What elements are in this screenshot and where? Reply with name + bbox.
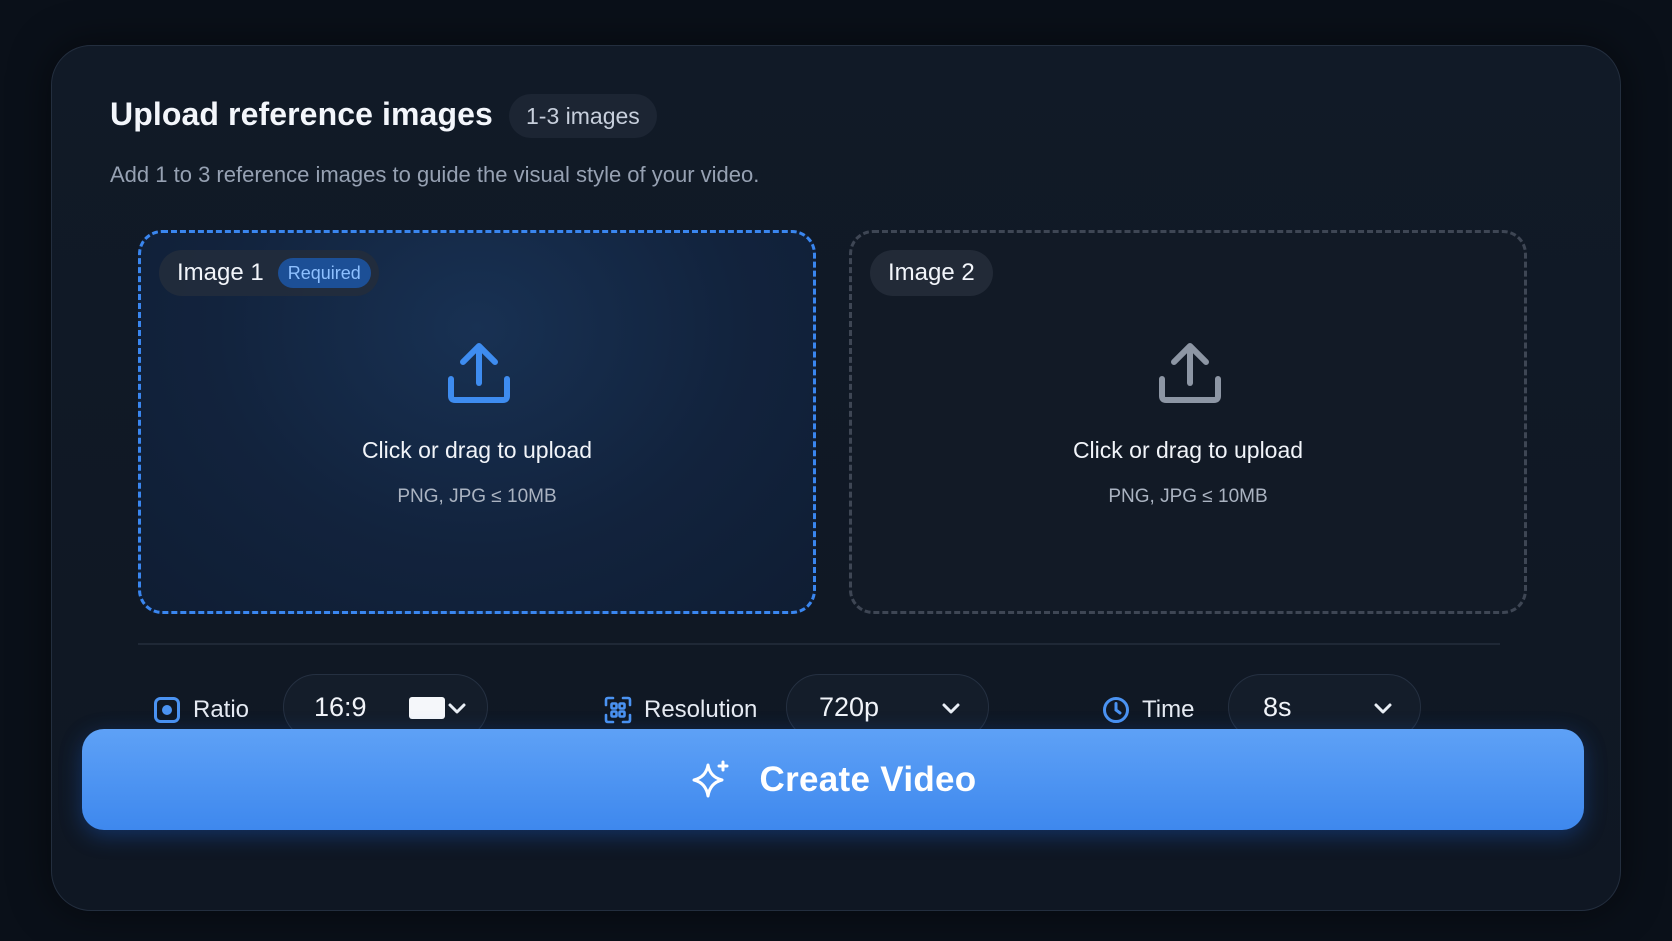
required-badge: Required xyxy=(277,258,371,288)
image-2-dropzone[interactable]: Image 2 Click or drag to upload PNG, JPG… xyxy=(849,230,1527,614)
time-option-label: Time xyxy=(1102,692,1194,728)
resolution-value: 720p xyxy=(819,691,880,722)
image-2-label: Image 2 xyxy=(888,259,975,286)
ratio-label: Ratio xyxy=(193,696,250,723)
image-1-dropzone[interactable]: Image 1 Required Click or drag to upload… xyxy=(138,230,816,614)
ratio-option-label: Ratio xyxy=(153,692,249,728)
create-video-label: Create Video xyxy=(759,759,977,799)
image-count-badge: 1-3 images xyxy=(509,94,657,138)
clock-icon xyxy=(1103,697,1129,723)
page-subtitle: Add 1 to 3 reference images to guide the… xyxy=(110,162,760,187)
image-1-label-pill: Image 1 Required xyxy=(159,250,379,296)
chevron-down-icon xyxy=(1374,703,1392,714)
create-video-button[interactable]: Create Video xyxy=(82,729,1584,830)
sparkle-icon xyxy=(692,760,729,797)
image-1-label: Image 1 xyxy=(177,259,264,286)
ratio-icon xyxy=(154,697,180,723)
resolution-option-label: Resolution xyxy=(604,692,757,728)
image-2-file-hint: PNG, JPG ≤ 10MB xyxy=(1108,486,1268,507)
divider xyxy=(138,643,1500,645)
upload-icon xyxy=(448,343,510,403)
image-2-label-pill: Image 2 xyxy=(870,250,993,296)
resolution-icon xyxy=(604,696,632,724)
page-title: Upload reference images xyxy=(110,96,493,132)
time-label: Time xyxy=(1142,696,1195,723)
chevron-down-icon xyxy=(448,703,466,714)
time-value: 8s xyxy=(1263,691,1292,722)
chevron-down-icon xyxy=(942,703,960,714)
ratio-preview-swatch xyxy=(409,697,445,719)
image-2-upload-text: Click or drag to upload xyxy=(1072,437,1304,463)
image-1-upload-text: Click or drag to upload xyxy=(361,437,593,463)
upload-icon xyxy=(1159,343,1221,403)
resolution-label: Resolution xyxy=(644,696,758,723)
ratio-value: 16:9 xyxy=(314,691,367,722)
image-1-file-hint: PNG, JPG ≤ 10MB xyxy=(397,486,557,507)
